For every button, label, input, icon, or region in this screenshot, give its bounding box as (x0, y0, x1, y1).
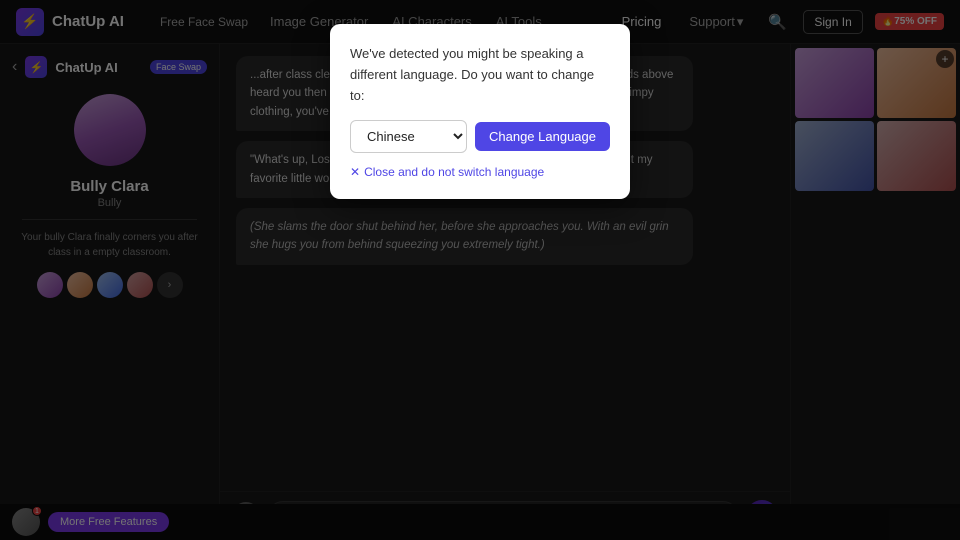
language-select[interactable]: Chinese (350, 120, 467, 153)
language-modal: We've detected you might be speaking a d… (330, 24, 630, 199)
language-modal-overlay: We've detected you might be speaking a d… (0, 0, 960, 540)
change-language-button[interactable]: Change Language (475, 122, 610, 151)
modal-select-row: Chinese Change Language (350, 120, 610, 153)
modal-text: We've detected you might be speaking a d… (350, 44, 610, 106)
dont-switch-link[interactable]: ✕ Close and do not switch language (350, 165, 610, 179)
